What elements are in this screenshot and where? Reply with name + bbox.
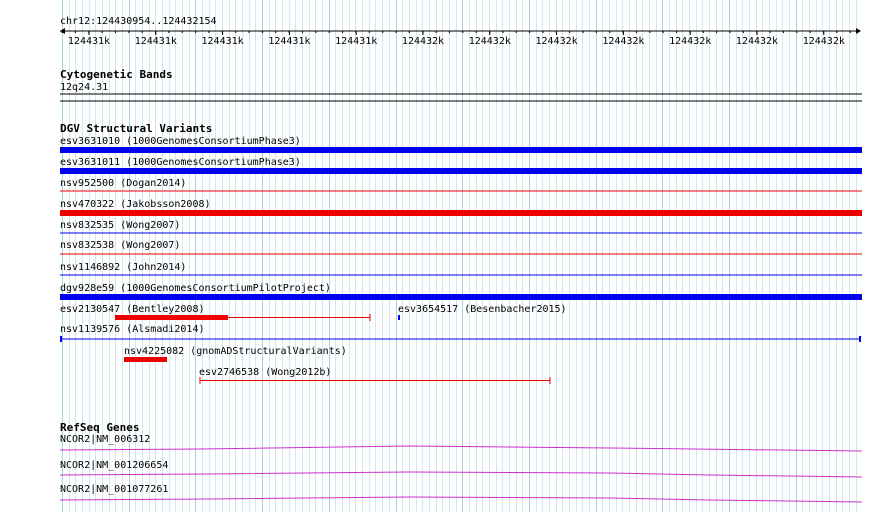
ruler-tick-label: 124432k [669,36,711,47]
dgv-feature-label[interactable]: esv2130547 (Bentley2008) [60,304,205,315]
ruler-tick-label: 124432k [602,36,644,47]
dgv-feature-label[interactable]: esv2746538 (Wong2012b) [199,367,331,378]
dgv-feature-bar[interactable] [124,357,167,362]
ruler-tick-label: 124431k [135,36,177,47]
ruler-tick-label: 124431k [68,36,110,47]
ruler-tick-label: 124431k [268,36,310,47]
refseq-gene-label[interactable]: NCOR2|NM_001077261 [60,484,168,495]
dgv-feature-label[interactable]: dgv928e59 (1000GenomesConsortiumPilotPro… [60,283,331,294]
refseq-track-title: RefSeq Genes [60,421,139,434]
dgv-feature-label[interactable]: nsv470322 (Jakobsson2008) [60,199,211,210]
ruler-right-arrow-icon [856,28,861,34]
cytoband-label: 12q24.31 [60,82,108,93]
ruler-tick-label: 124432k [536,36,578,47]
dgv-feature-bar[interactable] [60,294,862,300]
refseq-gene-line[interactable] [59,445,863,452]
ruler-tick-label: 124432k [736,36,778,47]
dgv-feature-label[interactable]: nsv4225082 (gnomADStructuralVariants) [124,346,347,357]
dgv-feature-label[interactable]: nsv1139576 (Alsmadi2014) [60,324,205,335]
cytoband-track-title: Cytogenetic Bands [60,68,173,81]
dgv-feature-label[interactable]: nsv952500 (Dogan2014) [60,178,186,189]
dgv-track-title: DGV Structural Variants [60,122,212,135]
dgv-feature-label[interactable]: esv3631010 (1000GenomesConsortiumPhase3) [60,136,301,147]
dgv-feature-bar[interactable] [60,147,862,153]
dgv-feature-bar[interactable] [398,315,400,320]
ruler-tick-label: 124432k [402,36,444,47]
dgv-feature-label[interactable]: nsv1146892 (John2014) [60,262,186,273]
refseq-gene-label[interactable]: NCOR2|NM_001206654 [60,460,168,471]
genome-browser-tracks: chr12:124430954..124432154 124431k 124431… [59,0,863,512]
dgv-feature-bar[interactable] [115,315,228,320]
ruler-tick-label: 124432k [803,36,845,47]
ruler-tick-label: 124431k [335,36,377,47]
refseq-gene-line[interactable] [59,471,863,478]
dgv-feature-label[interactable]: nsv832535 (Wong2007) [60,220,180,231]
dgv-feature-label[interactable]: esv3631011 (1000GenomesConsortiumPhase3) [60,157,301,168]
refseq-gene-line[interactable] [59,496,863,503]
ruler-tick-label: 124431k [202,36,244,47]
grid-lines [62,0,857,512]
dgv-feature-label[interactable]: esv3654517 (Besenbacher2015) [398,304,567,315]
dgv-feature-bar[interactable] [60,168,862,174]
dgv-feature-label[interactable]: nsv832538 (Wong2007) [60,240,180,251]
ruler-tick-label: 124432k [469,36,511,47]
dgv-feature-bar[interactable] [60,210,862,216]
refseq-gene-label[interactable]: NCOR2|NM_006312 [60,434,150,445]
region-label: chr12:124430954..124432154 [60,16,217,27]
